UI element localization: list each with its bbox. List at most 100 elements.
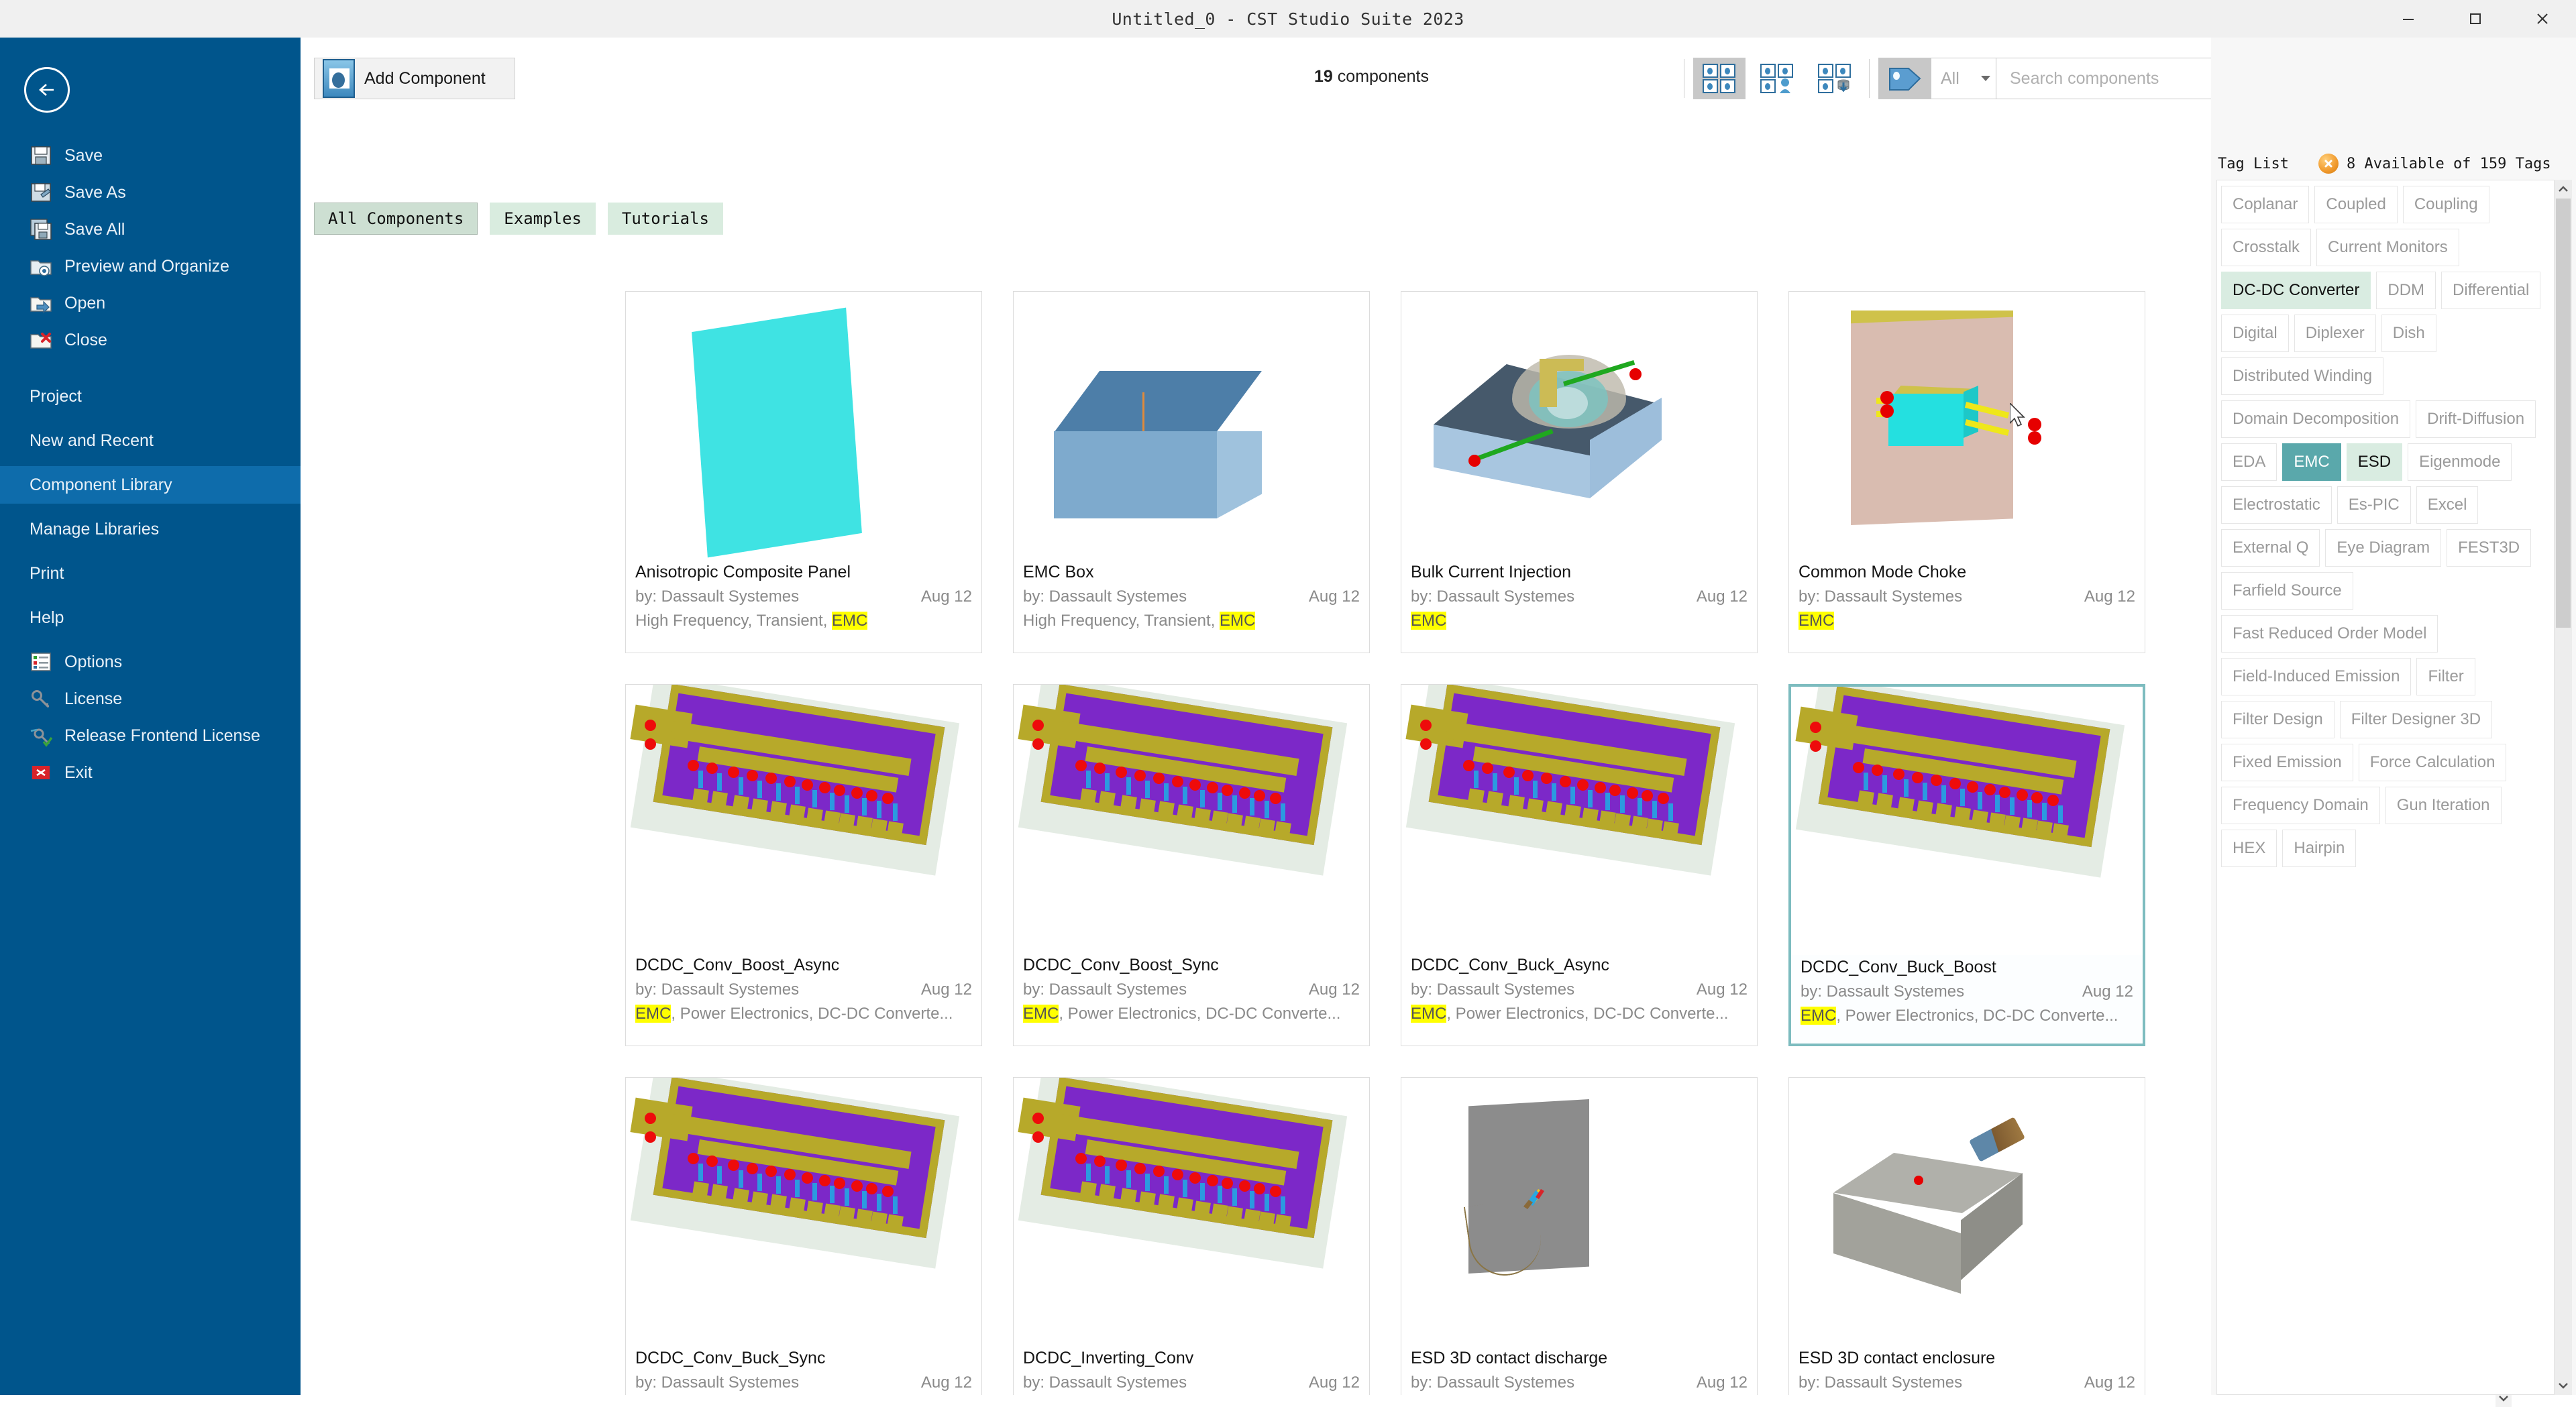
- tag-dish[interactable]: Dish: [2381, 315, 2436, 352]
- component-card[interactable]: Bulk Current Injection by: Dassault Syste…: [1401, 291, 1758, 653]
- tag-scrollbar-thumb[interactable]: [2556, 199, 2571, 628]
- tag-coupling[interactable]: Coupling: [2402, 186, 2489, 223]
- tag-diplexer[interactable]: Diplexer: [2294, 315, 2376, 352]
- window-title: Untitled_0 - CST Studio Suite 2023: [1112, 9, 1464, 29]
- component-card[interactable]: ESD 3D contact enclosure by: Dassault Sys…: [1788, 1077, 2145, 1395]
- component-card[interactable]: ESD 3D contact discharge by: Dassault Sys…: [1401, 1077, 1758, 1395]
- sidebar-item-open[interactable]: Open: [0, 284, 301, 322]
- tag-dc-dc-converter[interactable]: DC-DC Converter: [2221, 272, 2371, 309]
- tag-filter[interactable]: Filter: [2416, 658, 2475, 695]
- sidebar-item-component-library[interactable]: Component Library: [0, 466, 301, 504]
- add-component-label: Add Component: [364, 68, 486, 88]
- tag-domain-decomposition[interactable]: Domain Decomposition: [2221, 400, 2411, 438]
- tag-eigenmode[interactable]: Eigenmode: [2408, 443, 2512, 481]
- filter-select[interactable]: All: [1931, 58, 1996, 99]
- component-card[interactable]: EMC Box by: Dassault Systemes Aug 12 High F…: [1013, 291, 1370, 653]
- component-card[interactable]: Anisotropic Composite Panel by: Dassault …: [625, 291, 982, 653]
- tag-es-pic[interactable]: Es-PIC: [2337, 486, 2411, 524]
- component-card[interactable]: DCDC_Conv_Buck_Async by: Dassault Systeme…: [1401, 684, 1758, 1046]
- back-arrow-icon[interactable]: [24, 67, 70, 113]
- sidebar-item-label: Close: [64, 330, 107, 349]
- minimize-button[interactable]: [2375, 0, 2442, 38]
- sidebar-item-preview-and-organize[interactable]: Preview and Organize: [0, 247, 301, 285]
- sidebar-item-new-and-recent[interactable]: New and Recent: [0, 422, 301, 459]
- view-sort-button[interactable]: [1809, 58, 1861, 99]
- sidebar-item-print[interactable]: Print: [0, 555, 301, 592]
- tag-esd[interactable]: ESD: [2346, 443, 2403, 481]
- tag-hairpin[interactable]: Hairpin: [2282, 830, 2357, 867]
- tag-ddm[interactable]: DDM: [2376, 272, 2436, 309]
- tag-list-scrollbar[interactable]: [2555, 180, 2572, 1395]
- tag-scroll-up-icon[interactable]: [2555, 180, 2572, 199]
- tag-frequency-domain[interactable]: Frequency Domain: [2221, 787, 2380, 824]
- tag-farfield-source[interactable]: Farfield Source: [2221, 572, 2353, 610]
- add-component-button[interactable]: Add Component: [314, 58, 515, 99]
- tag-panel-toggle-button[interactable]: [1878, 58, 1931, 99]
- maximize-button[interactable]: [2442, 0, 2509, 38]
- view-by-author-button[interactable]: [1751, 58, 1803, 99]
- component-card[interactable]: DCDC_Conv_Buck_Sync by: Dassault Systemes…: [625, 1077, 982, 1395]
- component-card[interactable]: Common Mode Choke by: Dassault Systemes Au…: [1788, 291, 2145, 653]
- tag-distributed-winding[interactable]: Distributed Winding: [2221, 357, 2384, 395]
- sidebar-item-save[interactable]: Save: [0, 137, 301, 174]
- tag-crosstalk[interactable]: Crosstalk: [2221, 229, 2312, 266]
- tag-filter-designer-3d[interactable]: Filter Designer 3D: [2339, 701, 2493, 738]
- tab-tutorials[interactable]: Tutorials: [607, 203, 723, 235]
- tag-drift-diffusion[interactable]: Drift-Diffusion: [2416, 400, 2536, 438]
- sidebar-item-project[interactable]: Project: [0, 378, 301, 415]
- tag-excel[interactable]: Excel: [2416, 486, 2479, 524]
- tag-differential[interactable]: Differential: [2441, 272, 2541, 309]
- sidebar-item-help[interactable]: Help: [0, 599, 301, 636]
- tab-examples[interactable]: Examples: [490, 203, 596, 235]
- component-author: by: Dassault Systemes: [1023, 1373, 1187, 1392]
- tag-fixed-emission[interactable]: Fixed Emission: [2221, 744, 2353, 781]
- component-title: Anisotropic Composite Panel: [635, 563, 851, 581]
- tag-emc[interactable]: EMC: [2282, 443, 2341, 481]
- tag-hex[interactable]: HEX: [2221, 830, 2277, 867]
- tag-force-calculation[interactable]: Force Calculation: [2358, 744, 2507, 781]
- tag-fest3d[interactable]: FEST3D: [2447, 529, 2532, 567]
- tag-scroll-down-icon[interactable]: [2555, 1376, 2572, 1395]
- tag-coplanar[interactable]: Coplanar: [2221, 186, 2310, 223]
- clear-tags-icon[interactable]: [2318, 154, 2339, 174]
- tag-digital[interactable]: Digital: [2221, 315, 2289, 352]
- tag-electrostatic[interactable]: Electrostatic: [2221, 486, 2332, 524]
- sidebar-item-options[interactable]: Options: [0, 643, 301, 681]
- component-tag-highlight: EMC: [1799, 612, 1835, 630]
- tag-eye-diagram[interactable]: Eye Diagram: [2325, 529, 2442, 567]
- sidebar-item-save-as[interactable]: Save As: [0, 174, 301, 211]
- tag-external-q[interactable]: External Q: [2221, 529, 2320, 567]
- sidebar-item-release-frontend-license[interactable]: Release Frontend License: [0, 717, 301, 754]
- component-author: by: Dassault Systemes: [1023, 980, 1187, 999]
- component-author: by: Dassault Systemes: [1799, 587, 1963, 606]
- component-card[interactable]: DCDC_Conv_Boost_Async by: Dassault System…: [625, 684, 982, 1046]
- sidebar-item-manage-libraries[interactable]: Manage Libraries: [0, 510, 301, 548]
- view-grid-button[interactable]: [1693, 58, 1746, 99]
- tab-all-components[interactable]: All Components: [314, 203, 478, 235]
- key-release-icon: [30, 724, 52, 747]
- component-thumbnail: [1014, 292, 1369, 560]
- tag-gun-iteration[interactable]: Gun Iteration: [2385, 787, 2502, 824]
- component-card[interactable]: DCDC_Conv_Boost_Sync by: Dassault Systeme…: [1013, 684, 1370, 1046]
- component-card[interactable]: DCDC_Inverting_Conv by: Dassault Systemes…: [1013, 1077, 1370, 1395]
- close-folder-icon: [30, 329, 52, 351]
- tag-count-label: 8 Available of 159 Tags: [2347, 155, 2551, 172]
- component-card[interactable]: DCDC_Conv_Buck_Boost by: Dassault Systeme…: [1788, 684, 2145, 1046]
- tag-field-induced-emission[interactable]: Field-Induced Emission: [2221, 658, 2412, 695]
- sidebar-item-exit[interactable]: Exit: [0, 754, 301, 791]
- esd-contact-enclosure-art: [1789, 1078, 2145, 1346]
- sidebar-item-save-all[interactable]: Save All: [0, 211, 301, 248]
- component-title: DCDC_Conv_Buck_Async: [1411, 956, 1609, 974]
- tag-eda[interactable]: EDA: [2221, 443, 2277, 481]
- close-button[interactable]: [2509, 0, 2576, 38]
- tag-fast-reduced-order-model[interactable]: Fast Reduced Order Model: [2221, 615, 2438, 653]
- sidebar-item-close[interactable]: Close: [0, 321, 301, 359]
- sidebar-item-license[interactable]: License: [0, 680, 301, 718]
- sidebar-item-label: Preview and Organize: [64, 256, 229, 276]
- component-meta: by: Dassault Systemes Aug 12: [1014, 975, 1369, 999]
- sidebar-item-label: Exit: [64, 763, 93, 782]
- preview-folder-icon: [30, 255, 52, 278]
- tag-current-monitors[interactable]: Current Monitors: [2316, 229, 2459, 266]
- tag-filter-design[interactable]: Filter Design: [2221, 701, 2334, 738]
- tag-coupled[interactable]: Coupled: [2314, 186, 2398, 223]
